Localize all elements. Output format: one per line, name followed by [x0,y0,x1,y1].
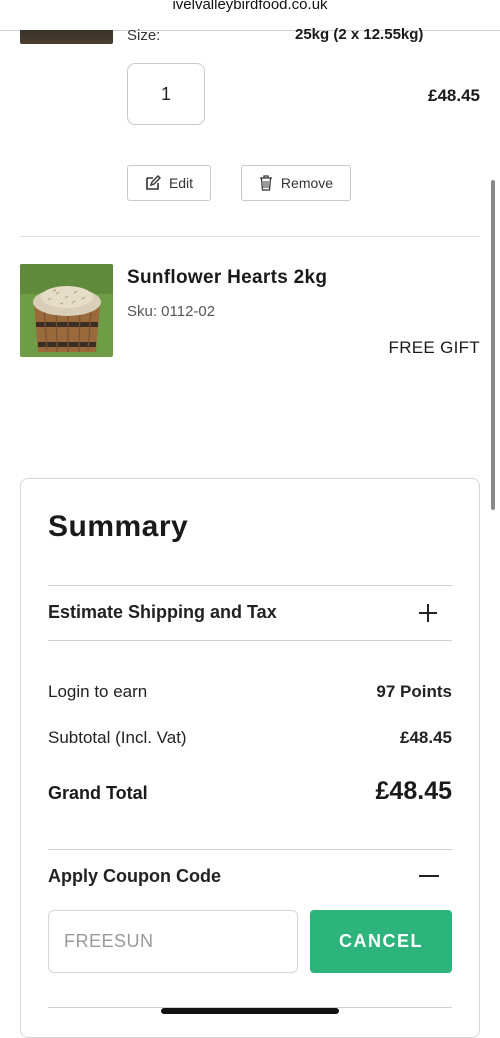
cancel-coupon-button[interactable]: CANCEL [310,910,452,973]
home-indicator[interactable] [161,1008,339,1014]
divider [48,585,452,586]
subtotal-value: £48.45 [400,728,452,747]
scrollbar[interactable] [491,180,495,510]
product-image[interactable] [20,30,113,44]
plus-icon[interactable] [418,603,438,623]
size-value: 25kg (2 x 12.55kg) [295,26,424,43]
summary-title: Summary [48,510,189,543]
coupon-input[interactable] [48,910,298,973]
divider [48,849,452,850]
edit-icon [146,175,161,190]
product-image-sunflower-hearts[interactable] [20,264,113,357]
minus-icon[interactable] [419,875,439,877]
remove-label: Remove [280,175,334,191]
coupon-toggle[interactable]: Apply Coupon Code [48,866,221,887]
size-label: Size: [127,27,161,44]
edit-label: Edit [168,175,194,191]
points-value: 97 Points [376,682,452,701]
item-price: £48.45 [428,86,480,105]
grand-total-value: £48.45 [375,777,452,805]
product-sku: Sku: 0112-02 [127,303,216,320]
trash-icon [259,175,272,191]
browser-url-bar[interactable]: ivelvalleybirdfood.co.uk [0,0,500,31]
item-divider [20,236,480,237]
quantity-input[interactable]: 1 [127,63,205,125]
points-label[interactable]: Login to earn [48,682,147,702]
grand-total-label: Grand Total [48,783,148,803]
divider [48,640,452,641]
remove-button[interactable]: Remove [241,165,351,201]
estimate-shipping-toggle[interactable]: Estimate Shipping and Tax [48,602,277,623]
url-text[interactable]: ivelvalleybirdfood.co.uk [0,0,500,13]
product-name[interactable]: Sunflower Hearts 2kg [127,267,327,289]
subtotal-label: Subtotal (Incl. Vat) [48,728,187,747]
edit-button[interactable]: Edit [127,165,211,201]
free-gift-label: FREE GIFT [388,338,480,357]
